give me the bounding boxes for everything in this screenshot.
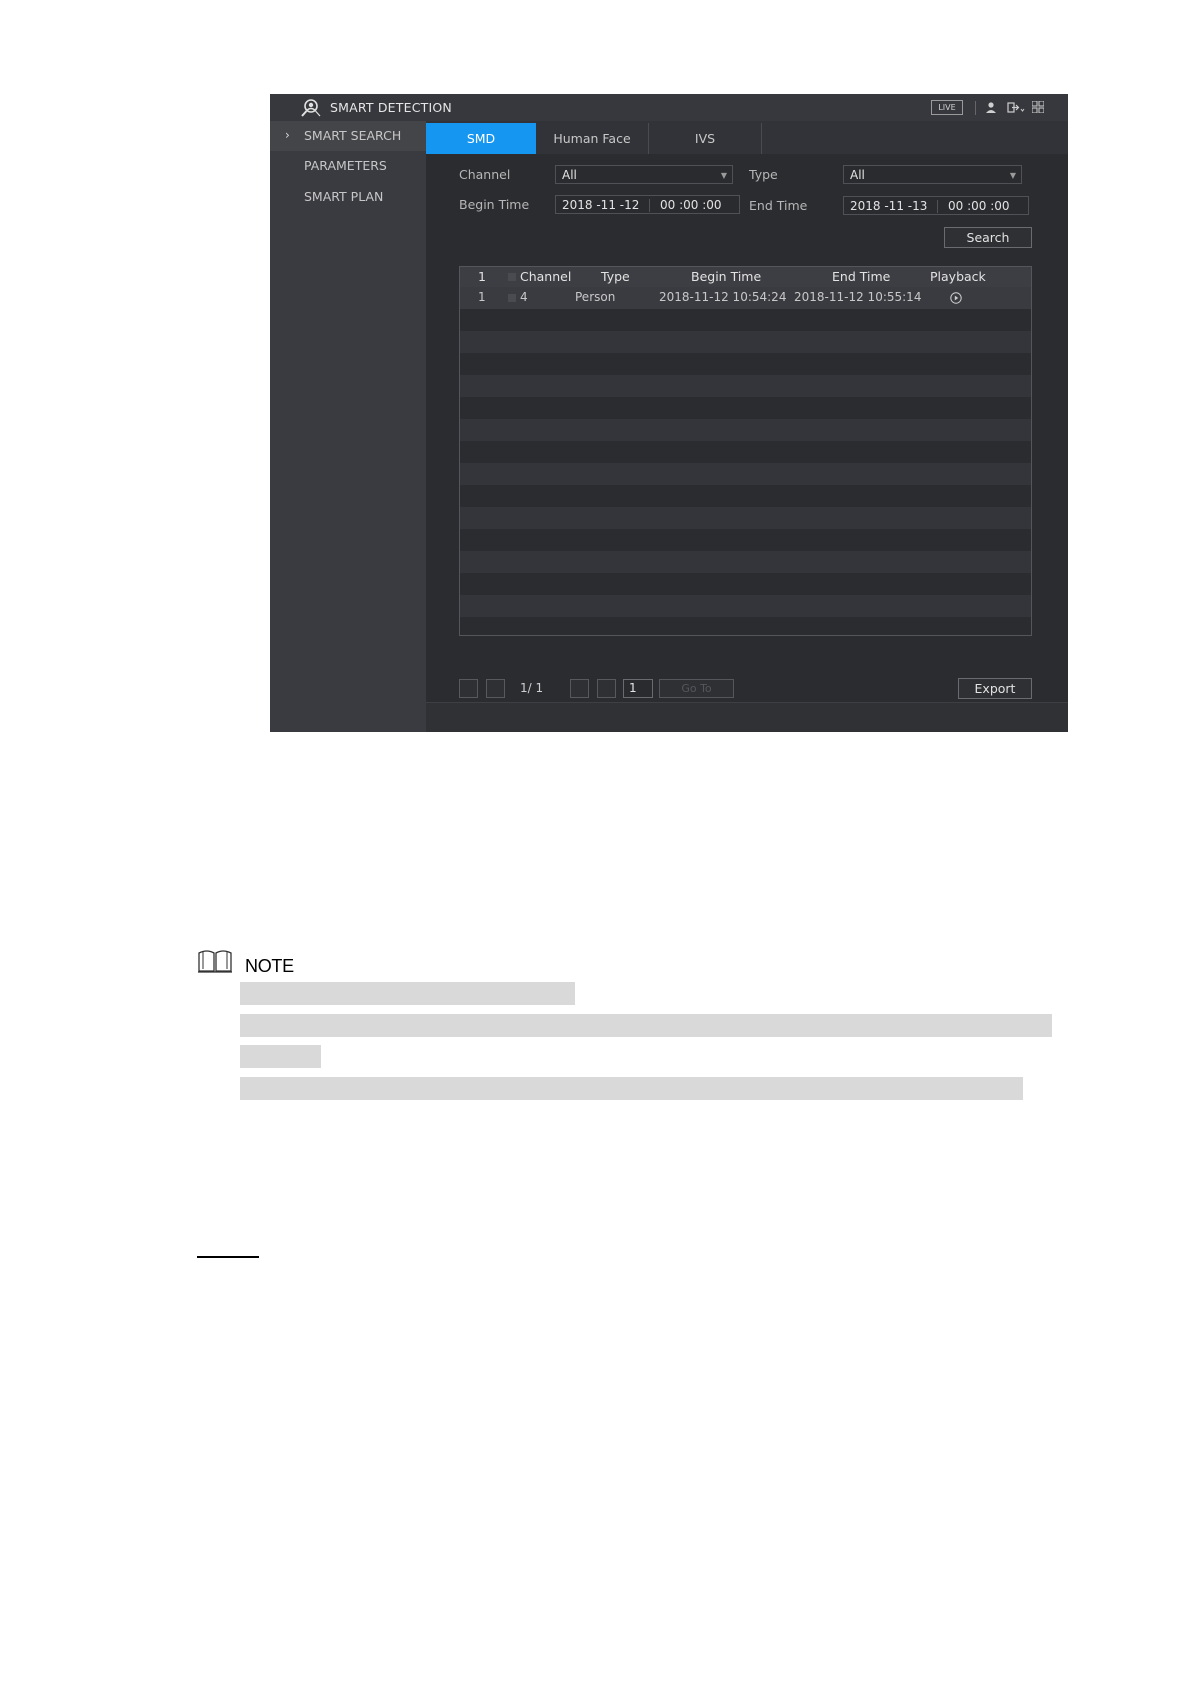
header-begin-time: Begin Time bbox=[691, 269, 762, 284]
app-title: SMART DETECTION bbox=[330, 100, 452, 115]
table-row bbox=[460, 331, 1031, 353]
begin-date-value: 2018 -11 -12 bbox=[562, 198, 640, 212]
row-index: 1 bbox=[478, 290, 486, 304]
redacted-note-line bbox=[240, 982, 575, 1005]
last-page-button[interactable] bbox=[597, 679, 616, 698]
header-channel: Channel bbox=[520, 269, 572, 284]
table-row[interactable]: 1 4 Person 2018-11-12 10:54:24 2018-11-1… bbox=[460, 287, 1031, 309]
smart-detection-window: SMART DETECTION LIVE › SMART SEARCH PARA… bbox=[270, 94, 1068, 732]
menu-grid-icon[interactable] bbox=[1032, 101, 1044, 113]
section-underline bbox=[197, 1256, 259, 1258]
logout-icon[interactable] bbox=[1007, 101, 1025, 114]
sidebar-item-smart-plan[interactable]: SMART PLAN bbox=[270, 182, 426, 212]
book-icon bbox=[198, 950, 232, 973]
begin-time-field[interactable]: 2018 -11 -12 00 :00 :00 bbox=[555, 195, 740, 214]
search-button[interactable]: Search bbox=[944, 227, 1032, 248]
live-button[interactable]: LIVE bbox=[931, 100, 963, 115]
end-time-field[interactable]: 2018 -11 -13 00 :00 :00 bbox=[843, 196, 1029, 215]
first-page-button[interactable] bbox=[459, 679, 478, 698]
begin-time-value: 00 :00 :00 bbox=[660, 198, 722, 212]
status-bar bbox=[426, 702, 1068, 732]
table-row bbox=[460, 375, 1031, 397]
channel-label: Channel bbox=[459, 167, 511, 182]
note-label: NOTE bbox=[245, 956, 294, 976]
row-begin-time: 2018-11-12 10:54:24 bbox=[659, 290, 787, 304]
chevron-down-icon: ▼ bbox=[720, 171, 727, 180]
next-page-button[interactable] bbox=[570, 679, 589, 698]
sidebar-item-label: SMART PLAN bbox=[304, 189, 384, 204]
end-time-label: End Time bbox=[749, 198, 808, 213]
page-number-input[interactable]: 1 bbox=[623, 679, 653, 698]
chevron-down-icon: ▼ bbox=[1009, 171, 1016, 180]
smart-detection-logo-icon bbox=[301, 99, 321, 117]
table-row bbox=[460, 419, 1031, 441]
tab-smd[interactable]: SMD bbox=[426, 123, 536, 154]
sidebar-item-parameters[interactable]: PARAMETERS bbox=[270, 151, 426, 181]
page-indicator: 1/ 1 bbox=[520, 681, 544, 695]
header-end-time: End Time bbox=[832, 269, 891, 284]
sidebar-item-label: PARAMETERS bbox=[304, 158, 387, 173]
table-row bbox=[460, 507, 1031, 529]
type-select[interactable]: All ▼ bbox=[843, 165, 1022, 184]
header-index: 1 bbox=[478, 269, 486, 284]
begin-time-label: Begin Time bbox=[459, 197, 530, 212]
row-end-time: 2018-11-12 10:55:14 bbox=[794, 290, 922, 304]
table-row bbox=[460, 551, 1031, 573]
redacted-note-line bbox=[240, 1077, 1023, 1100]
go-to-button[interactable]: Go To bbox=[659, 679, 734, 698]
select-all-checkbox[interactable] bbox=[508, 273, 516, 281]
row-type: Person bbox=[575, 290, 616, 304]
play-icon[interactable] bbox=[950, 292, 962, 304]
end-date-value: 2018 -11 -13 bbox=[850, 199, 928, 213]
table-header: 1 Channel Type Begin Time End Time Playb… bbox=[460, 267, 1031, 287]
header-divider bbox=[975, 101, 976, 115]
table-row bbox=[460, 463, 1031, 485]
title-bar: SMART DETECTION LIVE bbox=[270, 94, 1068, 121]
header-playback: Playback bbox=[930, 269, 986, 284]
sidebar: › SMART SEARCH PARAMETERS SMART PLAN bbox=[270, 121, 426, 732]
row-checkbox[interactable] bbox=[508, 294, 516, 302]
type-value: All bbox=[850, 168, 865, 182]
prev-page-button[interactable] bbox=[486, 679, 505, 698]
channel-value: All bbox=[562, 168, 577, 182]
sidebar-item-smart-search[interactable]: › SMART SEARCH bbox=[270, 121, 426, 151]
tab-bar: SMD Human Face IVS bbox=[426, 121, 1068, 154]
row-channel: 4 bbox=[520, 290, 528, 304]
user-icon[interactable] bbox=[985, 101, 997, 114]
channel-select[interactable]: All ▼ bbox=[555, 165, 733, 184]
redacted-note-line bbox=[240, 1014, 1052, 1037]
end-time-value: 00 :00 :00 bbox=[948, 199, 1010, 213]
tab-ivs[interactable]: IVS bbox=[649, 123, 762, 154]
header-type: Type bbox=[601, 269, 630, 284]
redacted-note-line bbox=[240, 1045, 321, 1068]
tab-human-face[interactable]: Human Face bbox=[536, 123, 649, 154]
table-row bbox=[460, 595, 1031, 617]
results-table: 1 Channel Type Begin Time End Time Playb… bbox=[459, 266, 1032, 636]
sidebar-item-label: SMART SEARCH bbox=[304, 128, 402, 143]
export-button[interactable]: Export bbox=[958, 678, 1032, 699]
type-label: Type bbox=[749, 167, 778, 182]
chevron-right-icon: › bbox=[285, 128, 290, 142]
